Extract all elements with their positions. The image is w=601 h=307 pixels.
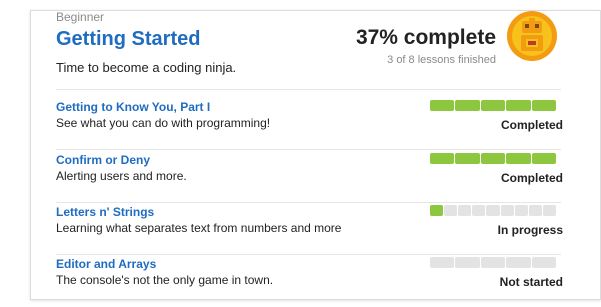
progress-segment (480, 257, 506, 268)
lesson-row[interactable]: Editor and Arrays The console's not the o… (56, 257, 563, 307)
lesson-progress-bar (430, 100, 557, 111)
lesson-divider (56, 202, 561, 203)
page: Beginner Getting Started Time to become … (0, 0, 601, 300)
progress-segment (506, 257, 531, 268)
progress-segment (430, 100, 455, 111)
lesson-title[interactable]: Letters n' Strings (56, 205, 154, 219)
course-progress-summary: 3 of 8 lessons finished (387, 54, 496, 66)
lesson-description: Alerting users and more. (56, 169, 187, 183)
course-tagline: Time to become a coding ninja. (56, 60, 237, 75)
progress-segment (506, 153, 531, 164)
lesson-status: Completed (500, 171, 563, 185)
progress-segment (506, 100, 531, 111)
course-progress-percent: 37% complete (355, 26, 496, 49)
progress-segment (458, 205, 472, 216)
lesson-title[interactable]: Getting to Know You, Part I (56, 100, 210, 114)
progress-segment (480, 153, 506, 164)
progress-segment (430, 153, 455, 164)
lesson-divider (56, 254, 561, 255)
lesson-description: The console's not the only game in town. (56, 273, 274, 287)
lesson-row[interactable]: Getting to Know You, Part I See what you … (56, 100, 563, 150)
progress-segment (472, 205, 486, 216)
progress-segment (455, 100, 480, 111)
progress-segment (486, 205, 500, 216)
lesson-progress-bar (430, 205, 556, 216)
lesson-progress-bar (430, 257, 557, 268)
robot-badge-icon (506, 10, 558, 62)
lesson-title[interactable]: Editor and Arrays (56, 257, 156, 271)
progress-segment (430, 205, 444, 216)
progress-segment (455, 153, 480, 164)
progress-segment (542, 205, 556, 216)
progress-segment (531, 100, 557, 111)
lesson-status: Completed (500, 118, 563, 132)
header-divider (56, 89, 561, 90)
progress-segment (531, 153, 557, 164)
lesson-divider (56, 149, 561, 150)
course-title[interactable]: Getting Started (56, 28, 200, 51)
lesson-row[interactable]: Confirm or Deny Alerting users and more. C… (56, 153, 563, 203)
progress-segment (430, 257, 455, 268)
progress-segment (500, 205, 514, 216)
progress-segment (444, 205, 458, 216)
course-header: Beginner Getting Started Time to become … (56, 8, 496, 84)
progress-segment (455, 257, 480, 268)
progress-segment (514, 205, 528, 216)
progress-segment (531, 257, 557, 268)
lesson-status: Not started (499, 275, 563, 289)
progress-segment (480, 100, 506, 111)
lesson-description: Learning what separates text from number… (56, 221, 342, 235)
course-level: Beginner (56, 10, 105, 24)
lesson-title[interactable]: Confirm or Deny (56, 153, 150, 167)
lesson-row[interactable]: Letters n' Strings Learning what separate… (56, 205, 563, 255)
lesson-status: In progress (497, 223, 563, 237)
progress-segment (528, 205, 542, 216)
lesson-progress-bar (430, 153, 557, 164)
lesson-description: See what you can do with programming! (56, 116, 271, 130)
